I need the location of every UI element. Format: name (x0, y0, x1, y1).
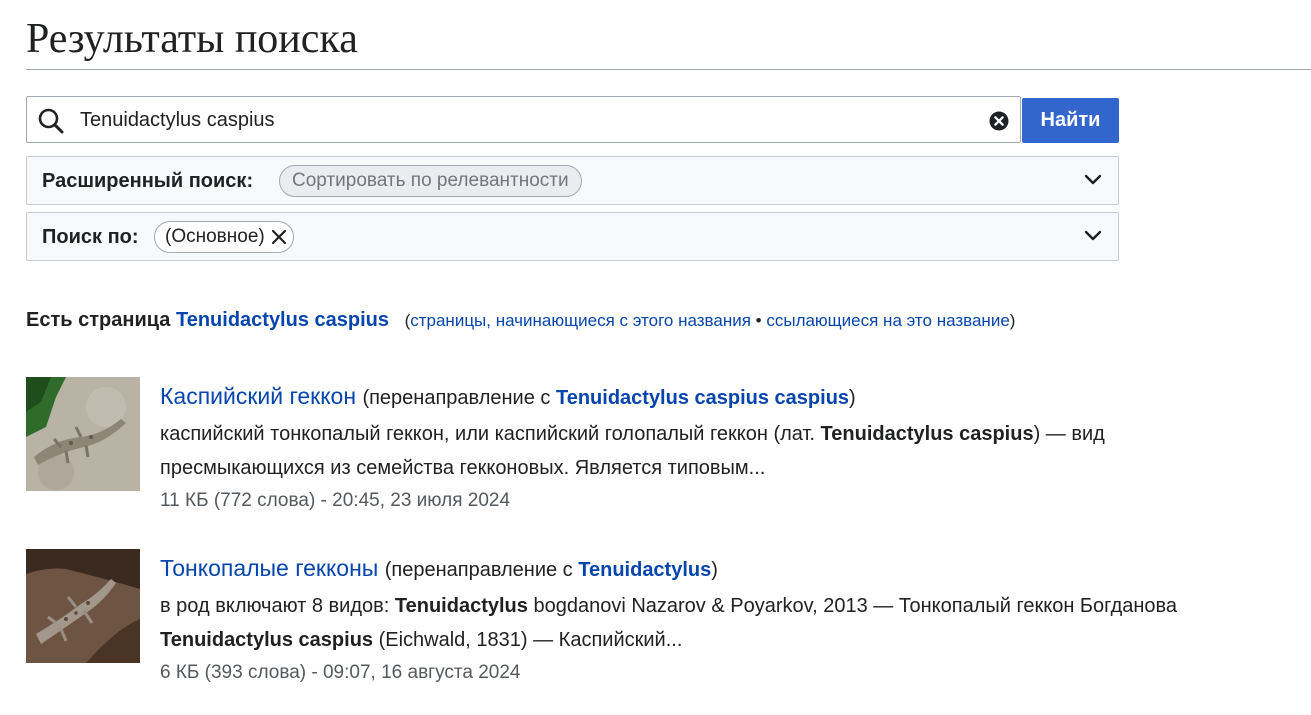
result-text: Каспийский геккон (перенаправление с Ten… (160, 377, 1310, 517)
redirect-suffix: ) (849, 387, 856, 409)
redirect-link[interactable]: Tenuidactylus caspius caspius (556, 387, 849, 409)
search-icon (38, 108, 64, 134)
namespace-chip[interactable]: (Основное) (154, 221, 294, 253)
result-snippet: Tenuidactylus caspius (Eichwald, 1831) —… (160, 623, 1310, 657)
search-input[interactable] (80, 105, 960, 135)
result-title-link[interactable]: Каспийский геккон (160, 383, 356, 409)
page-exists-notice: Есть страница Tenuidactylus caspius (стр… (26, 309, 1015, 332)
snippet-highlight: Tenuidactylus (394, 595, 528, 617)
snippet-highlight: Tenuidactylus caspius (820, 423, 1034, 445)
what-links-here-link[interactable]: ссылающиеся на это название (766, 311, 1009, 330)
namespace-chip-label: (Основное) (165, 226, 265, 247)
advanced-search-panel[interactable]: Расширенный поиск: Сортировать по релева… (26, 156, 1119, 205)
redirect-prefix: (перенаправление с (362, 387, 551, 409)
result-title-line: Тонкопалые гекконы (перенаправление с Te… (160, 549, 1310, 589)
clear-search-icon[interactable] (988, 110, 1010, 132)
paren-close: ) (1009, 311, 1016, 330)
namespace-label: Поиск по: (42, 226, 139, 248)
close-icon[interactable] (271, 229, 287, 245)
result-snippet: в род включают 8 видов: Tenuidactylus bo… (160, 589, 1310, 623)
exists-extra: (страницы, начинающиеся с этого названия… (405, 311, 1016, 330)
page-title: Результаты поиска (26, 16, 358, 62)
snippet-text: каспийский тонкопалый геккон, или каспий… (160, 423, 815, 445)
result-thumbnail[interactable] (26, 549, 140, 663)
exists-prefix: Есть страница (26, 309, 171, 331)
redirect-suffix: ) (711, 559, 718, 581)
snippet-text: ) — вид (1033, 423, 1105, 445)
result-meta: 6 КБ (393 слова) - 09:07, 16 августа 202… (160, 662, 521, 683)
prefix-index-link[interactable]: страницы, начинающиеся с этого названия (410, 311, 751, 330)
result-text: Тонкопалые гекконы (перенаправление с Te… (160, 549, 1310, 689)
title-divider (26, 69, 1311, 70)
result-title-link[interactable]: Тонкопалые гекконы (160, 555, 378, 581)
snippet-text: (Eichwald, 1831) — Каспийский... (378, 629, 683, 651)
advanced-search-label: Расширенный поиск: (42, 170, 254, 192)
search-submit-button[interactable]: Найти (1022, 98, 1119, 143)
result-snippet: пресмыкающихся из семейства гекконовых. … (160, 457, 766, 479)
redirect-prefix: (перенаправление с (384, 559, 573, 581)
snippet-text: в род включают 8 видов: (160, 595, 390, 617)
snippet-text: bogdanovi Nazarov & Poyarkov, 2013 — Тон… (533, 595, 1178, 617)
search-box[interactable] (26, 96, 1021, 143)
separator: • (755, 311, 762, 330)
namespace-panel[interactable]: Поиск по: (Основное) (26, 212, 1119, 261)
exists-page-link[interactable]: Tenuidactylus caspius (176, 309, 389, 331)
result-snippet: каспийский тонкопалый геккон, или каспий… (160, 417, 1310, 451)
result-meta: 11 КБ (772 слова) - 20:45, 23 июля 2024 (160, 490, 511, 511)
redirect-note: (перенаправление с Tenuidactylus) (385, 559, 718, 581)
chevron-down-icon[interactable] (1084, 174, 1102, 186)
redirect-link[interactable]: Tenuidactylus (578, 559, 711, 581)
redirect-note: (перенаправление с Tenuidactylus caspius… (362, 387, 855, 409)
sort-chip[interactable]: Сортировать по релевантности (279, 165, 582, 197)
result-title-line: Каспийский геккон (перенаправление с Ten… (160, 377, 1310, 417)
result-thumbnail[interactable] (26, 377, 140, 491)
chevron-down-icon[interactable] (1084, 230, 1102, 242)
snippet-highlight: Tenuidactylus caspius (160, 629, 374, 651)
